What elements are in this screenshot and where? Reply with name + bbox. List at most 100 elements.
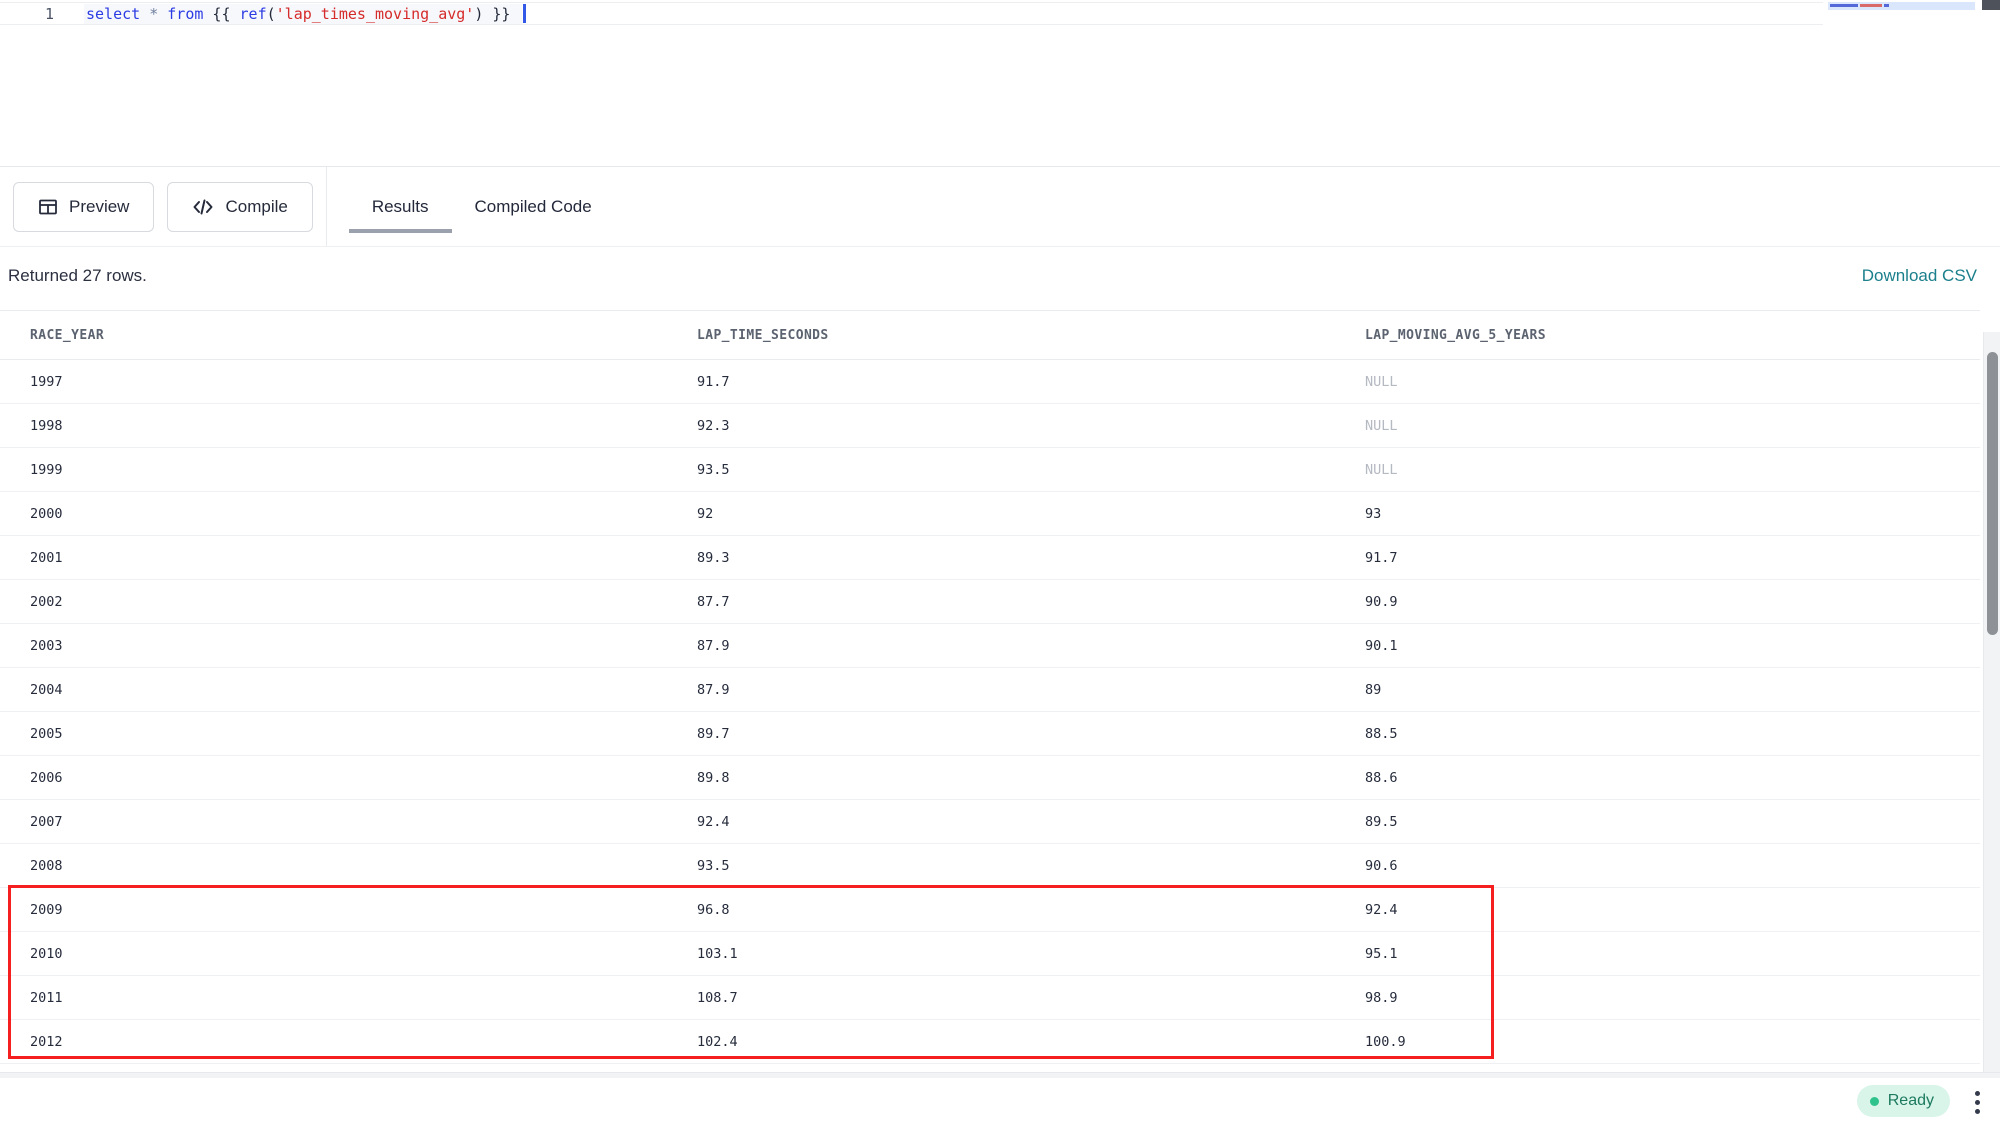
table-cell: 87.9 bbox=[697, 638, 1365, 654]
table-row: 200689.888.6 bbox=[0, 756, 1980, 800]
table-row: 2010103.195.1 bbox=[0, 932, 1980, 976]
row-count-text: Returned 27 rows. bbox=[8, 266, 147, 286]
table-row: 200189.391.7 bbox=[0, 536, 1980, 580]
results-tabs: Results Compiled Code bbox=[349, 167, 615, 246]
results-panel: Returned 27 rows. Download CSV RACE_YEAR… bbox=[0, 247, 2000, 1072]
compile-button-label: Compile bbox=[225, 197, 287, 217]
toolbar-divider bbox=[326, 167, 327, 246]
table-row: 199892.3NULL bbox=[0, 404, 1980, 448]
code-line[interactable]: select * from {{ ref('lap_times_moving_a… bbox=[84, 4, 526, 24]
text-cursor bbox=[523, 4, 526, 23]
table-cell: 2005 bbox=[30, 726, 697, 742]
column-header-lap-time-seconds: LAP_TIME_SECONDS bbox=[697, 328, 1365, 343]
table-cell: 92.4 bbox=[697, 814, 1365, 830]
table-grid-icon bbox=[38, 197, 58, 217]
table-cell: 90.6 bbox=[1365, 858, 1980, 874]
table-cell: 2009 bbox=[30, 902, 697, 918]
results-scrollbar-track[interactable] bbox=[1983, 332, 2000, 1072]
table-cell: 2000 bbox=[30, 506, 697, 522]
results-scrollbar-thumb[interactable] bbox=[1987, 352, 1998, 635]
table-row: 200792.489.5 bbox=[0, 800, 1980, 844]
table-cell: 2011 bbox=[30, 990, 697, 1006]
table-cell: 103.1 bbox=[697, 946, 1365, 962]
table-cell: 91.7 bbox=[1365, 550, 1980, 566]
table-row: 200487.989 bbox=[0, 668, 1980, 712]
table-cell: 2001 bbox=[30, 550, 697, 566]
ready-status-label: Ready bbox=[1888, 1092, 1934, 1110]
table-cell: 88.6 bbox=[1365, 770, 1980, 786]
table-cell: 2002 bbox=[30, 594, 697, 610]
table-cell: 2010 bbox=[30, 946, 697, 962]
tab-compiled-code-label: Compiled Code bbox=[475, 197, 592, 217]
table-cell: 2007 bbox=[30, 814, 697, 830]
table-cell: 93.5 bbox=[697, 462, 1365, 478]
table-cell: NULL bbox=[1365, 462, 1980, 478]
status-dot-icon bbox=[1870, 1097, 1879, 1106]
code-icon bbox=[192, 197, 214, 217]
table-row: 2012102.4100.9 bbox=[0, 1020, 1980, 1064]
preview-button[interactable]: Preview bbox=[13, 182, 154, 232]
table-row: 20009293 bbox=[0, 492, 1980, 536]
table-cell: 92.4 bbox=[1365, 902, 1980, 918]
table-cell: 90.9 bbox=[1365, 594, 1980, 610]
table-cell: 102.4 bbox=[697, 1034, 1365, 1050]
compile-button[interactable]: Compile bbox=[167, 182, 312, 232]
minimap-code-mark bbox=[1884, 4, 1889, 7]
column-header-race-year: RACE_YEAR bbox=[30, 328, 697, 343]
tab-results-label: Results bbox=[372, 197, 429, 217]
table-cell: 89.7 bbox=[697, 726, 1365, 742]
code-tokens: select * from {{ ref('lap_times_moving_a… bbox=[84, 4, 522, 24]
table-cell: NULL bbox=[1365, 374, 1980, 390]
table-cell: 93 bbox=[1365, 506, 1980, 522]
panel-resize-divider[interactable] bbox=[0, 1072, 2000, 1078]
table-cell: 89.3 bbox=[697, 550, 1365, 566]
table-cell: 1998 bbox=[30, 418, 697, 434]
table-cell: 91.7 bbox=[697, 374, 1365, 390]
table-cell: 89.8 bbox=[697, 770, 1365, 786]
table-row: 199791.7NULL bbox=[0, 360, 1980, 404]
table-header-row: RACE_YEAR LAP_TIME_SECONDS LAP_MOVING_AV… bbox=[0, 310, 1980, 360]
table-row: 2011108.798.9 bbox=[0, 976, 1980, 1020]
status-bar: Ready bbox=[0, 1072, 2000, 1124]
table-body: 199791.7NULL199892.3NULL199993.5NULL2000… bbox=[0, 360, 1980, 1064]
table-cell: 100.9 bbox=[1365, 1034, 1980, 1050]
table-cell: 108.7 bbox=[697, 990, 1365, 1006]
tab-compiled-code[interactable]: Compiled Code bbox=[452, 167, 615, 246]
table-row: 200893.590.6 bbox=[0, 844, 1980, 888]
table-row: 200387.990.1 bbox=[0, 624, 1980, 668]
tab-results[interactable]: Results bbox=[349, 167, 452, 246]
table-row: 200287.790.9 bbox=[0, 580, 1980, 624]
column-header-lap-moving-avg-5-years: LAP_MOVING_AVG_5_YEARS bbox=[1365, 328, 1980, 343]
preview-button-label: Preview bbox=[69, 197, 129, 217]
minimap-code-mark bbox=[1830, 4, 1858, 7]
results-summary-row: Returned 27 rows. Download CSV bbox=[0, 247, 2000, 310]
minimap-code-mark bbox=[1860, 4, 1882, 7]
table-cell: NULL bbox=[1365, 418, 1980, 434]
editor-scrollbar-thumb[interactable] bbox=[1982, 0, 2000, 10]
code-editor[interactable]: 1 select * from {{ ref('lap_times_moving… bbox=[0, 0, 2000, 166]
table-cell: 2006 bbox=[30, 770, 697, 786]
table-row: 199993.5NULL bbox=[0, 448, 1980, 492]
download-csv-link[interactable]: Download CSV bbox=[1862, 266, 1977, 286]
table-cell: 1999 bbox=[30, 462, 697, 478]
table-cell: 89.5 bbox=[1365, 814, 1980, 830]
kebab-menu-icon[interactable] bbox=[1973, 1089, 1982, 1116]
table-cell: 2004 bbox=[30, 682, 697, 698]
table-cell: 93.5 bbox=[697, 858, 1365, 874]
table-cell: 95.1 bbox=[1365, 946, 1980, 962]
table-cell: 90.1 bbox=[1365, 638, 1980, 654]
table-cell: 89 bbox=[1365, 682, 1980, 698]
line-number: 1 bbox=[28, 4, 54, 24]
ready-status-badge[interactable]: Ready bbox=[1857, 1085, 1950, 1117]
table-cell: 88.5 bbox=[1365, 726, 1980, 742]
table-cell: 92.3 bbox=[697, 418, 1365, 434]
table-cell: 87.7 bbox=[697, 594, 1365, 610]
table-cell: 1997 bbox=[30, 374, 697, 390]
table-cell: 92 bbox=[697, 506, 1365, 522]
table-cell: 87.9 bbox=[697, 682, 1365, 698]
table-row: 200589.788.5 bbox=[0, 712, 1980, 756]
table-cell: 2012 bbox=[30, 1034, 697, 1050]
table-cell: 2008 bbox=[30, 858, 697, 874]
table-cell: 96.8 bbox=[697, 902, 1365, 918]
minimap[interactable] bbox=[1828, 2, 1975, 10]
